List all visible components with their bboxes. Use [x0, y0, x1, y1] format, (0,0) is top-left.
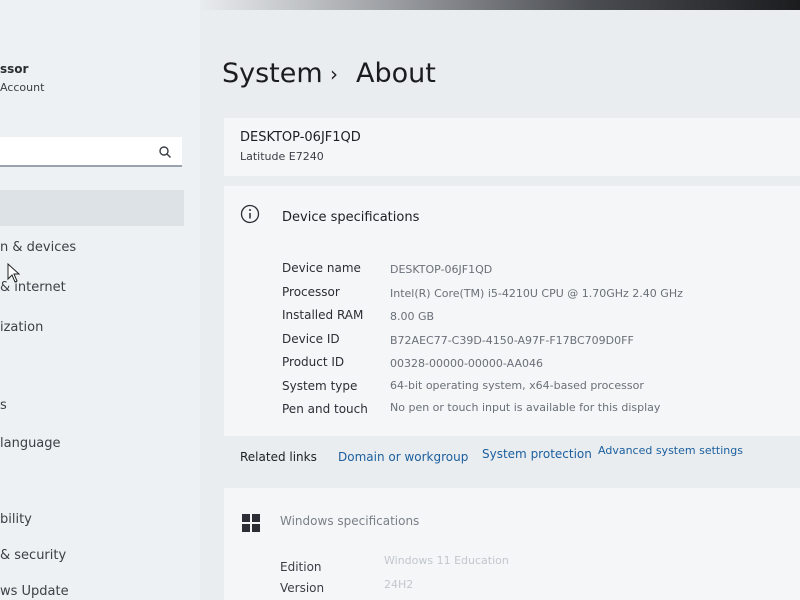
- breadcrumb-system[interactable]: System: [222, 58, 323, 89]
- system-protection-link[interactable]: System protection: [482, 447, 592, 461]
- spec-label: Installed RAM: [282, 308, 364, 322]
- spec-label: Processor: [282, 285, 340, 299]
- mouse-cursor-icon: [7, 263, 21, 283]
- sidebar-item-system[interactable]: [0, 190, 184, 226]
- related-links-label: Related links: [240, 450, 317, 464]
- sidebar-item-accounts[interactable]: s: [0, 398, 7, 413]
- device-model: Latitude E7240: [240, 150, 324, 163]
- spec-label: System type: [282, 379, 358, 393]
- account-subtitle: Account: [0, 81, 45, 94]
- account-name: ssor: [0, 62, 29, 76]
- spec-value: 8.00 GB: [390, 310, 435, 323]
- spec-value: B72AEC77-C39D-4150-A97F-F17BC709D0FF: [390, 334, 634, 347]
- sidebar-item-privacy-security[interactable]: & security: [0, 548, 66, 563]
- sidebar-item-personalization[interactable]: ization: [0, 320, 43, 335]
- spec-value: Intel(R) Core(TM) i5-4210U CPU @ 1.70GHz…: [390, 287, 683, 300]
- spec-value: 64-bit operating system, x64-based proce…: [390, 379, 644, 392]
- page-title: About: [356, 58, 436, 89]
- win-spec-label: Version: [280, 581, 325, 595]
- breadcrumb-separator: ›: [330, 62, 338, 86]
- settings-search-input[interactable]: [0, 137, 154, 165]
- search-icon[interactable]: [158, 145, 172, 159]
- spec-value: No pen or touch input is available for t…: [390, 401, 661, 414]
- spec-value: DESKTOP-06JF1QD: [390, 263, 493, 276]
- device-specifications-title: Device specifications: [282, 210, 420, 225]
- sidebar-item-windows-update[interactable]: ws Update: [0, 584, 69, 599]
- windows-specifications-title: Windows specifications: [280, 514, 420, 528]
- device-specifications-card[interactable]: Device specifications Device name DESKTO…: [224, 186, 800, 436]
- sidebar-item-accessibility[interactable]: bility: [0, 512, 32, 527]
- settings-search-box[interactable]: [0, 137, 182, 167]
- sidebar: ssor Account n & devices & internet izat…: [0, 0, 200, 600]
- windows-logo-icon: [242, 514, 260, 532]
- main-content: System › About DESKTOP-06JF1QD Latitude …: [200, 0, 800, 600]
- win-spec-value: 24H2: [384, 578, 414, 591]
- info-icon: [240, 204, 260, 224]
- sidebar-item-bluetooth-devices[interactable]: n & devices: [0, 240, 76, 255]
- win-spec-value: Windows 11 Education: [384, 554, 509, 567]
- spec-value: 00328-00000-00000-AA046: [390, 357, 543, 370]
- win-spec-label: Edition: [280, 560, 322, 574]
- sidebar-item-time-language[interactable]: language: [0, 436, 61, 451]
- advanced-system-settings-link[interactable]: Advanced system settings: [598, 444, 743, 457]
- windows-specifications-card[interactable]: Windows specifications Edition Windows 1…: [224, 488, 800, 600]
- domain-or-workgroup-link[interactable]: Domain or workgroup: [338, 450, 468, 464]
- spec-label: Product ID: [282, 355, 345, 369]
- device-name-heading: DESKTOP-06JF1QD: [240, 130, 361, 145]
- spec-label: Device name: [282, 261, 361, 275]
- device-card: DESKTOP-06JF1QD Latitude E7240: [224, 118, 800, 176]
- spec-label: Pen and touch: [282, 402, 368, 416]
- window-top-edge: [200, 0, 800, 10]
- spec-label: Device ID: [282, 332, 340, 346]
